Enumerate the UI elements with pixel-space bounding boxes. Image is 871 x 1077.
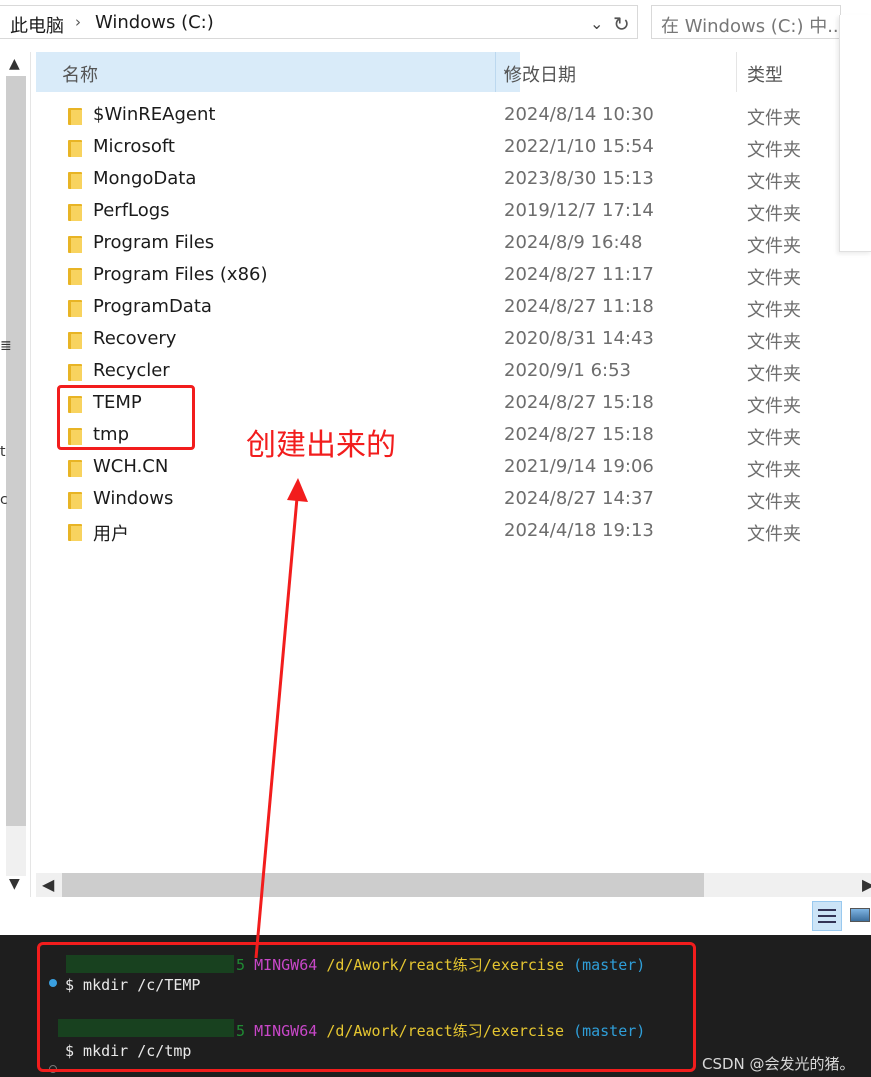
annotation-arrow — [254, 478, 308, 959]
